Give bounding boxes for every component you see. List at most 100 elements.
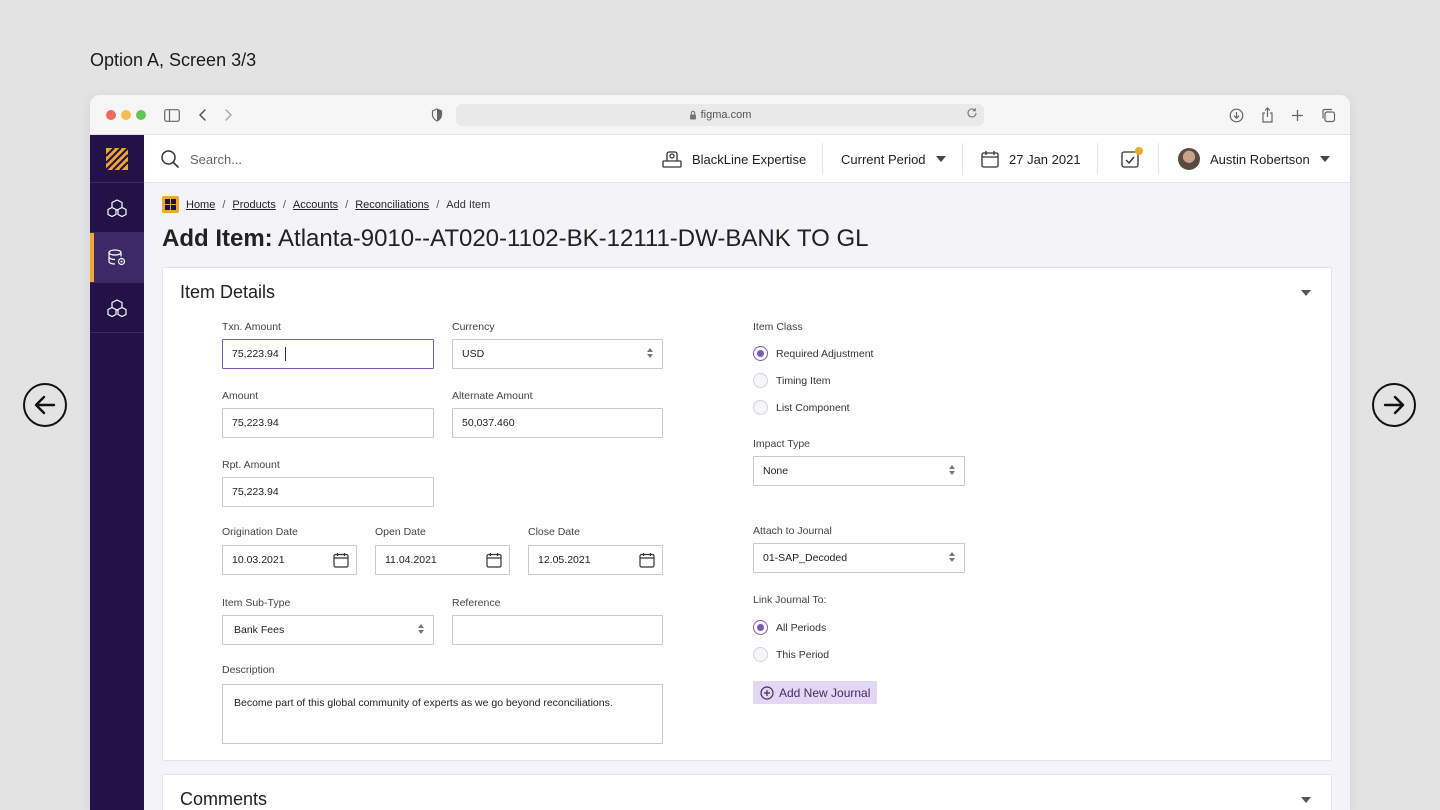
- radio-button[interactable]: [753, 373, 768, 388]
- share-icon[interactable]: [1257, 105, 1277, 125]
- breadcrumb: Home / Products / Accounts / Reconciliat…: [162, 196, 490, 213]
- radio-required-adjustment[interactable]: Required Adjustment: [753, 346, 873, 361]
- description-textarea[interactable]: Become part of this global community of …: [222, 684, 663, 744]
- item-class-label: Item Class: [753, 321, 803, 333]
- item-details-title: Item Details: [180, 282, 276, 302]
- user-menu[interactable]: Austin Robertson: [1178, 135, 1330, 183]
- expertise-icon: [662, 151, 682, 168]
- lock-icon: [689, 110, 696, 120]
- notification-dot: [1135, 147, 1143, 155]
- origination-date-label: Origination Date: [222, 526, 298, 538]
- radio-button[interactable]: [753, 647, 768, 662]
- date-selector[interactable]: 27 Jan 2021: [981, 135, 1081, 183]
- search-box[interactable]: Search...: [160, 149, 242, 169]
- avatar: [1178, 148, 1200, 170]
- date-label: 27 Jan 2021: [1009, 151, 1081, 167]
- rpt-amount-input[interactable]: 75,223.94: [222, 477, 434, 507]
- close-date-input[interactable]: 12.05.2021: [528, 545, 663, 575]
- user-name: Austin Robertson: [1210, 151, 1310, 167]
- back-icon[interactable]: [193, 105, 213, 125]
- reload-icon[interactable]: [966, 107, 978, 122]
- arrow-right-icon: [1383, 395, 1405, 415]
- radio-this-period[interactable]: This Period: [753, 647, 829, 662]
- sidebar-toggle-icon[interactable]: [162, 105, 182, 125]
- search-input[interactable]: Search...: [190, 152, 242, 167]
- download-icon[interactable]: [1226, 105, 1246, 125]
- close-window-button[interactable]: [106, 110, 116, 120]
- arrow-left-icon: [34, 395, 56, 415]
- tasks-button[interactable]: [1121, 135, 1143, 183]
- cubes-icon: [107, 298, 127, 317]
- add-new-journal-button[interactable]: Add New Journal: [753, 681, 878, 704]
- item-sub-type-label: Item Sub-Type: [222, 597, 291, 609]
- expertise-link[interactable]: BlackLine Expertise: [662, 135, 806, 183]
- sidebar-item-products[interactable]: [90, 183, 144, 233]
- screen-caption: Option A, Screen 3/3: [90, 50, 257, 70]
- calendar-icon[interactable]: [486, 552, 502, 568]
- txn-amount-label: Txn. Amount: [222, 321, 281, 333]
- shield-icon[interactable]: [427, 105, 447, 125]
- minimize-window-button[interactable]: [121, 110, 131, 120]
- attach-journal-select[interactable]: 01-SAP_Decoded: [753, 543, 965, 573]
- previous-screen-button[interactable]: [23, 383, 67, 427]
- plus-circle-icon: [760, 685, 774, 700]
- select-arrows-icon: [647, 348, 653, 358]
- next-screen-button[interactable]: [1372, 383, 1416, 427]
- radio-list-component[interactable]: List Component: [753, 400, 850, 415]
- tab-overview-icon[interactable]: [1318, 105, 1338, 125]
- comments-panel: Comments: [162, 774, 1332, 810]
- item-sub-type-select[interactable]: Bank Fees: [222, 615, 434, 645]
- app-sidebar: [90, 135, 144, 810]
- open-date-label: Open Date: [375, 526, 426, 538]
- radio-button[interactable]: [753, 620, 768, 635]
- breadcrumb-home[interactable]: Home: [186, 199, 215, 211]
- database-gear-icon: [108, 248, 126, 265]
- alternate-amount-input[interactable]: 50,037.460: [452, 408, 663, 438]
- breadcrumb-products[interactable]: Products: [232, 199, 275, 211]
- link-journal-label: Link Journal To:: [753, 594, 827, 606]
- sidebar-item-reconciliations[interactable]: [90, 233, 144, 283]
- calendar-icon[interactable]: [333, 552, 349, 568]
- comments-title: Comments: [180, 789, 268, 809]
- calendar-icon[interactable]: [639, 552, 655, 568]
- blackline-logo[interactable]: [90, 135, 144, 183]
- radio-all-periods[interactable]: All Periods: [753, 620, 826, 635]
- origination-date-input[interactable]: 10.03.2021: [222, 545, 357, 575]
- select-arrows-icon: [949, 465, 955, 475]
- open-date-input[interactable]: 11.04.2021: [375, 545, 510, 575]
- divider: [1158, 143, 1159, 175]
- radio-timing-item[interactable]: Timing Item: [753, 373, 830, 388]
- currency-select[interactable]: USD: [452, 339, 663, 369]
- period-dropdown[interactable]: Current Period: [841, 135, 946, 183]
- divider: [1097, 143, 1098, 175]
- amount-label: Amount: [222, 390, 259, 402]
- main-content: Search... BlackLine Expertise Current Pe…: [144, 135, 1350, 810]
- description-label: Description: [222, 664, 275, 676]
- reference-input[interactable]: [452, 615, 663, 645]
- page-title-prefix: Add Item:: [162, 225, 273, 252]
- text-cursor: [284, 347, 286, 361]
- maximize-window-button[interactable]: [136, 110, 146, 120]
- breadcrumb-reconciliations[interactable]: Reconciliations: [355, 199, 429, 211]
- forward-icon[interactable]: [218, 105, 238, 125]
- divider: [962, 143, 963, 175]
- currency-label: Currency: [452, 321, 495, 333]
- txn-amount-input[interactable]: 75,223.94: [222, 339, 434, 369]
- radio-button[interactable]: [753, 346, 768, 361]
- collapse-caret-icon[interactable]: [1301, 797, 1311, 803]
- impact-type-select[interactable]: None: [753, 456, 965, 486]
- search-icon: [161, 150, 179, 168]
- close-date-label: Close Date: [528, 526, 580, 538]
- new-tab-icon[interactable]: [1287, 105, 1307, 125]
- caret-down-icon: [1319, 156, 1330, 162]
- collapse-caret-icon[interactable]: [1301, 290, 1311, 296]
- address-bar[interactable]: figma.com: [456, 104, 984, 126]
- reference-label: Reference: [452, 597, 501, 609]
- select-arrows-icon: [418, 624, 424, 634]
- breadcrumb-accounts[interactable]: Accounts: [293, 199, 338, 211]
- sidebar-item-accounts[interactable]: [90, 283, 144, 333]
- alternate-amount-label: Alternate Amount: [452, 390, 533, 402]
- radio-button[interactable]: [753, 400, 768, 415]
- amount-input[interactable]: 75,223.94: [222, 408, 434, 438]
- attach-journal-label: Attach to Journal: [753, 525, 832, 537]
